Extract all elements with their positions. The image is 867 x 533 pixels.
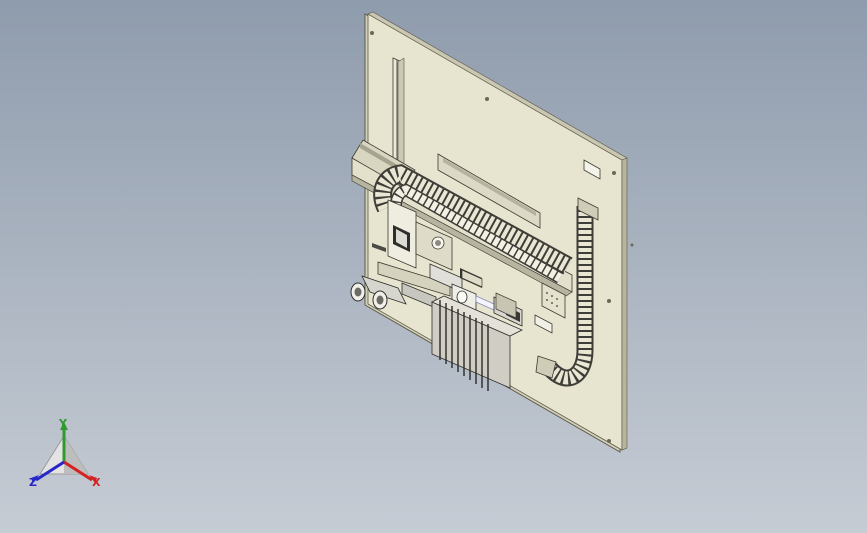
y-axis-label: Y [58,418,68,430]
vertical-rail [392,57,405,169]
z-axis-label: Z [29,476,37,489]
cad-model[interactable] [0,0,867,533]
cad-viewport[interactable]: Y X Z [0,0,867,533]
x-axis-label: X [92,476,101,489]
view-orientation-triad[interactable]: Y X Z [22,418,112,498]
